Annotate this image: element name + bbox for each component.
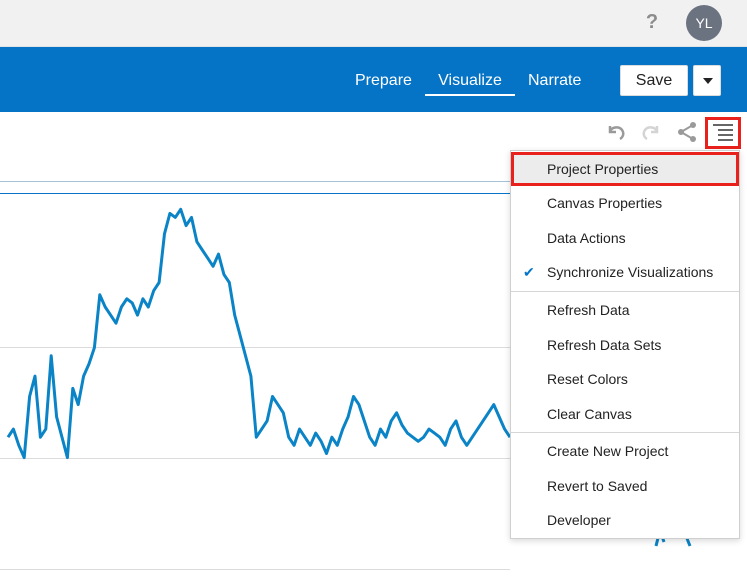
menu-item-data-actions[interactable]: Data Actions	[511, 221, 739, 255]
menu-item-refresh-data-sets[interactable]: Refresh Data Sets	[511, 328, 739, 362]
menu-divider	[511, 432, 739, 433]
chart-series-line	[6, 207, 512, 460]
menu-item-reset-colors[interactable]: Reset Colors	[511, 362, 739, 396]
project-menu-dropdown: Project Properties Canvas Properties Dat…	[510, 150, 740, 539]
menu-item-clear-canvas[interactable]: Clear Canvas	[511, 397, 739, 431]
menu-item-label: Synchronize Visualizations	[547, 264, 714, 280]
menu-divider	[511, 291, 739, 292]
menu-item-project-properties[interactable]: Project Properties	[511, 152, 739, 186]
menu-item-canvas-properties[interactable]: Canvas Properties	[511, 186, 739, 220]
menu-item-create-new-project[interactable]: Create New Project	[511, 434, 739, 468]
menu-item-synchronize-visualizations[interactable]: ✔ Synchronize Visualizations	[511, 255, 739, 289]
checkmark-icon: ✔	[523, 264, 535, 280]
menu-item-refresh-data[interactable]: Refresh Data	[511, 293, 739, 327]
menu-item-developer[interactable]: Developer	[511, 503, 739, 537]
menu-item-revert-to-saved[interactable]: Revert to Saved	[511, 469, 739, 503]
